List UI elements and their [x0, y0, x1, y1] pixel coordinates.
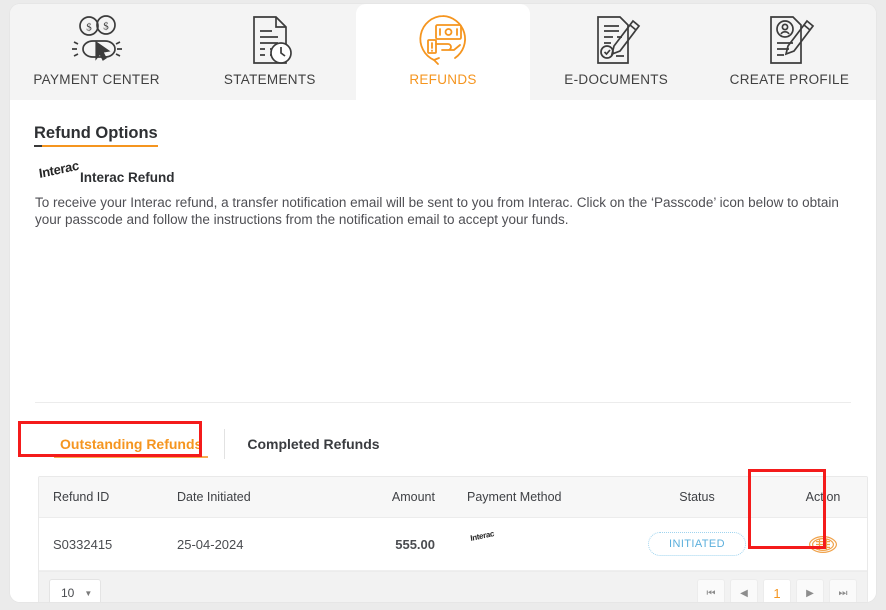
coins-cursor-icon: $ $	[69, 12, 125, 68]
subtab-completed-refunds[interactable]: Completed Refunds	[225, 425, 401, 463]
section-divider	[35, 402, 851, 403]
page-title: Refund Options	[34, 124, 158, 147]
status-badge: INITIATED	[648, 532, 746, 556]
document-clock-icon	[244, 12, 296, 68]
cell-refund-id: S0332415	[39, 518, 177, 571]
table-body: S0332415 25-04-2024 555.00 Interac INITI…	[39, 518, 868, 571]
document-pen-icon	[589, 12, 643, 68]
page-size-value: 10	[61, 586, 74, 600]
first-page-button[interactable]: ⏮	[697, 579, 725, 602]
refund-subtabs: Outstanding Refunds Completed Refunds	[38, 425, 402, 463]
refunds-panel: Refund Options Interac Interac Refund To…	[10, 100, 876, 602]
passcode-icon[interactable]	[808, 535, 838, 554]
subtab-outstanding-refunds[interactable]: Outstanding Refunds	[38, 425, 224, 463]
nav-tab-label: REFUNDS	[409, 72, 476, 87]
nav-tab-label: E-DOCUMENTS	[564, 72, 668, 87]
nav-tab-e-documents[interactable]: E-DOCUMENTS	[530, 4, 703, 100]
previous-page-button[interactable]: ◀	[730, 579, 758, 602]
table-head: Refund ID Date Initiated Amount Payment …	[39, 477, 868, 518]
column-header-date-initiated[interactable]: Date Initiated	[177, 477, 347, 518]
column-header-refund-id[interactable]: Refund ID	[39, 477, 177, 518]
refund-description: To receive your Interac refund, a transf…	[35, 194, 855, 228]
cell-payment-method: Interac	[457, 518, 617, 571]
title-underline-black	[34, 145, 42, 147]
interac-logo-icon: Interac	[38, 166, 78, 188]
application-card: $ $ PAYMENT CENTER	[10, 4, 876, 602]
table-header-row: Refund ID Date Initiated Amount Payment …	[39, 477, 868, 518]
title-underline-orange	[42, 145, 158, 147]
cell-amount: 555.00	[347, 518, 457, 571]
cell-status: INITIATED	[617, 518, 777, 571]
page-title-text: Refund Options	[34, 124, 158, 142]
nav-tab-statements[interactable]: STATEMENTS	[183, 4, 356, 100]
nav-tab-label: CREATE PROFILE	[730, 72, 849, 87]
refunds-table: Refund ID Date Initiated Amount Payment …	[39, 477, 868, 571]
subtab-label: Outstanding Refunds	[60, 436, 202, 452]
subtab-label: Completed Refunds	[247, 436, 379, 452]
nav-tab-create-profile[interactable]: CREATE PROFILE	[703, 4, 876, 100]
profile-pen-icon	[762, 12, 816, 68]
column-header-amount[interactable]: Amount	[347, 477, 457, 518]
interac-logo-icon: Interac	[467, 534, 507, 552]
cell-date-initiated: 25-04-2024	[177, 518, 347, 571]
refund-method-heading: Interac Interac Refund	[38, 166, 175, 188]
column-header-payment-method[interactable]: Payment Method	[457, 477, 617, 518]
interac-wordmark: Interac	[470, 529, 495, 543]
page-size-select[interactable]: 10 ▼	[49, 579, 101, 602]
table-pagination: 10 ▼ ⏮ ◀ 1 ▶ ⏭	[39, 571, 867, 602]
next-page-button[interactable]: ▶	[796, 579, 824, 602]
column-header-status[interactable]: Status	[617, 477, 777, 518]
cell-action	[777, 518, 868, 571]
nav-tab-payment-center[interactable]: $ $ PAYMENT CENTER	[10, 4, 183, 100]
nav-tab-label: STATEMENTS	[224, 72, 316, 87]
interac-wordmark: Interac	[38, 158, 80, 181]
table-row[interactable]: S0332415 25-04-2024 555.00 Interac INITI…	[39, 518, 868, 571]
pager-controls: ⏮ ◀ 1 ▶ ⏭	[697, 579, 857, 602]
refunds-table-container: Refund ID Date Initiated Amount Payment …	[38, 476, 868, 602]
nav-tab-refunds[interactable]: REFUNDS	[356, 4, 529, 100]
svg-text:$: $	[86, 22, 92, 34]
last-page-button[interactable]: ⏭	[829, 579, 857, 602]
main-navigation: $ $ PAYMENT CENTER	[10, 4, 876, 100]
page-number-button[interactable]: 1	[763, 579, 791, 602]
column-header-action[interactable]: Action	[777, 477, 868, 518]
chevron-down-icon: ▼	[84, 589, 92, 598]
refund-method-name: Interac Refund	[80, 170, 175, 185]
svg-text:$: $	[103, 21, 109, 33]
nav-tab-label: PAYMENT CENTER	[33, 72, 159, 87]
money-back-hand-icon	[415, 12, 471, 68]
